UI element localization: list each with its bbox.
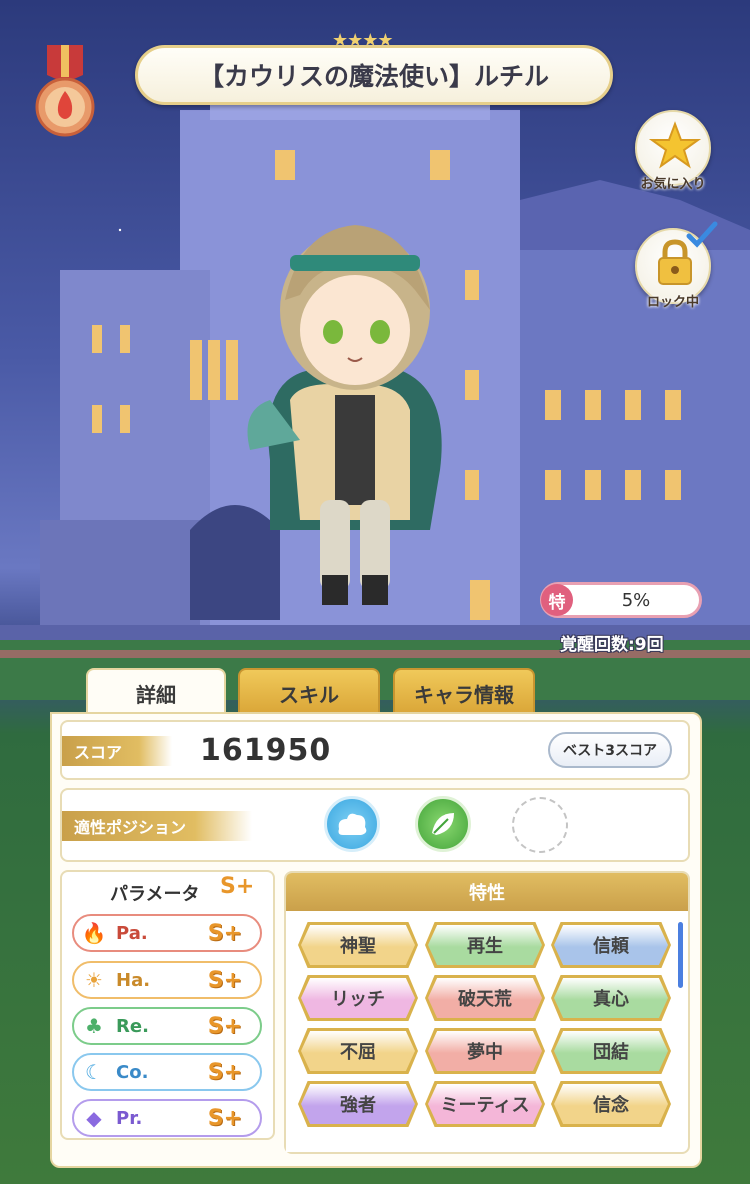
trait-label: 再生: [467, 936, 503, 957]
param-grade: S+: [207, 967, 242, 993]
trait-chip[interactable]: 信頼: [551, 922, 671, 968]
trait-chip[interactable]: 信念: [551, 1081, 671, 1127]
param-row-re: ♣ Re. S+: [72, 1007, 262, 1045]
overall-grade: S+: [220, 874, 255, 899]
trait-chip[interactable]: 真心: [551, 975, 671, 1021]
favorite-button[interactable]: お気に入り: [635, 110, 711, 192]
trait-label: 団結: [593, 1042, 629, 1063]
best3-score-button[interactable]: ベスト3スコア: [548, 732, 672, 768]
trait-grid-fade: [286, 1130, 672, 1152]
lock-button[interactable]: ロック中: [635, 221, 718, 310]
param-grade: S+: [207, 1105, 242, 1131]
param-row-ha: ☀ Ha. S+: [72, 961, 262, 999]
tab-character-info[interactable]: キャラ情報: [393, 668, 535, 716]
trait-label: リッチ: [331, 989, 385, 1010]
param-name: Ha.: [116, 969, 151, 991]
awakening-count: 覚醒回数:9回: [560, 635, 664, 655]
favorite-label: お気に入り: [640, 177, 706, 192]
trait-label: ミーティス: [440, 1095, 530, 1116]
trait-chip[interactable]: リッチ: [298, 975, 418, 1021]
awakening-rate-pill: 特 5%: [540, 582, 702, 618]
trait-label: 不屈: [340, 1042, 376, 1063]
awakening-percent: 5%: [621, 589, 651, 611]
trait-chip[interactable]: 不屈: [298, 1028, 418, 1074]
param-row-pr: ◆ Pr. S+: [72, 1099, 262, 1137]
trait-label: 神聖: [340, 936, 376, 957]
leaf-position-icon: [415, 796, 471, 852]
lock-label: ロック中: [646, 295, 699, 310]
traits-scrollbar[interactable]: [678, 922, 683, 988]
score-value: 161950: [200, 733, 332, 768]
trait-label: 強者: [340, 1095, 376, 1116]
clover-icon: ♣: [85, 1014, 103, 1038]
param-name: Co.: [116, 1061, 149, 1083]
card-title: 【カウリスの魔法使い】ルチル: [198, 62, 549, 91]
traits-title: 特性: [286, 873, 688, 911]
tab-skills[interactable]: スキル: [238, 668, 380, 716]
trait-label: 信念: [593, 1095, 629, 1116]
empty-position-icon: [512, 797, 568, 853]
card-title-bar: 【カウリスの魔法使い】ルチル: [135, 45, 613, 105]
diamond-icon: ◆: [86, 1106, 102, 1130]
param-name: Pa.: [116, 922, 148, 944]
param-grade: S+: [207, 1059, 242, 1085]
param-grade: S+: [207, 920, 242, 946]
param-name: Pr.: [116, 1107, 143, 1129]
flame-icon: 🔥: [81, 921, 107, 945]
sun-icon: ☀: [85, 968, 103, 992]
param-name: Re.: [116, 1015, 149, 1037]
fire-medal-icon[interactable]: [35, 45, 95, 140]
position-label: 適性ポジション: [62, 811, 252, 841]
trait-label: 信頼: [593, 936, 629, 957]
star-icon: [648, 121, 702, 169]
trait-chip[interactable]: 神聖: [298, 922, 418, 968]
trait-label: 夢中: [467, 1042, 503, 1063]
character-sprite: [247, 225, 442, 605]
param-row-co: ☾ Co. S+: [72, 1053, 262, 1091]
planet-icon: ☾: [85, 1060, 103, 1084]
param-grade: S+: [207, 1013, 242, 1039]
param-row-pa: 🔥 Pa. S+: [72, 914, 262, 952]
score-label: スコア: [62, 736, 172, 766]
trait-chip[interactable]: 破天荒: [425, 975, 545, 1021]
special-badge: 特: [541, 584, 573, 616]
trait-label: 真心: [593, 989, 629, 1010]
trait-chip[interactable]: 再生: [425, 922, 545, 968]
checkmark-icon: [686, 221, 718, 248]
tab-details[interactable]: 詳細: [86, 668, 226, 716]
trait-chip[interactable]: ミーティス: [425, 1081, 545, 1127]
trait-chip[interactable]: 強者: [298, 1081, 418, 1127]
trait-chip[interactable]: 夢中: [425, 1028, 545, 1074]
cloud-position-icon: [324, 796, 380, 852]
trait-label: 破天荒: [458, 989, 512, 1010]
parameter-title: パラメータ: [110, 884, 200, 905]
trait-chip[interactable]: 団結: [551, 1028, 671, 1074]
